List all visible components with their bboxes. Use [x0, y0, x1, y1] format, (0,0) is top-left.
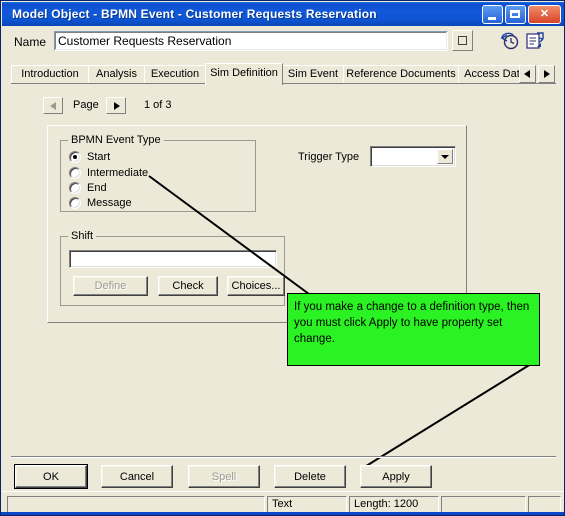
- name-label: Name: [14, 35, 47, 49]
- status-panel-3: [441, 496, 526, 513]
- radio-label: Message: [87, 196, 132, 209]
- tab-label: Reference Documents: [346, 68, 456, 80]
- title-bar: Model Object - BPMN Event - Customer Req…: [2, 2, 564, 26]
- tab-sim-definition[interactable]: Sim Definition: [205, 63, 283, 85]
- check-button[interactable]: Check: [158, 276, 218, 296]
- window-controls: ✕: [482, 5, 561, 24]
- spell-button[interactable]: Spell: [188, 465, 260, 488]
- radio-indicator: [69, 196, 81, 209]
- window-title: Model Object - BPMN Event - Customer Req…: [12, 7, 377, 21]
- radio-end[interactable]: End: [69, 180, 107, 195]
- radio-start[interactable]: Start: [69, 149, 110, 164]
- tab-label: Analysis: [96, 68, 137, 80]
- minimize-button[interactable]: [482, 5, 503, 24]
- tab-reference-documents[interactable]: Reference Documents: [343, 65, 459, 84]
- tab-label: Sim Definition: [210, 67, 278, 79]
- ok-button[interactable]: OK: [14, 464, 88, 489]
- tab-label: Access Data: [464, 68, 526, 80]
- annotation-callout: If you make a change to a definition typ…: [287, 293, 540, 366]
- status-panel-0: [7, 496, 265, 513]
- page-prev-button[interactable]: [43, 97, 63, 114]
- tab-scroll-left-button[interactable]: [519, 65, 536, 83]
- status-panel-text: Text: [267, 496, 347, 513]
- close-button[interactable]: ✕: [528, 5, 561, 24]
- cancel-button[interactable]: Cancel: [101, 465, 173, 488]
- tab-sim-event[interactable]: Sim Event: [282, 65, 344, 84]
- radio-indicator: [69, 181, 81, 194]
- status-panel-length: Length: 1200: [349, 496, 439, 513]
- radio-label: Start: [87, 150, 111, 163]
- name-row: Name Customer Requests Reservation: [2, 26, 564, 60]
- page-next-icon: [114, 102, 120, 110]
- page-prev-icon: [50, 102, 56, 110]
- tab-analysis[interactable]: Analysis: [88, 65, 145, 84]
- radio-indicator: [69, 166, 81, 179]
- tab-strip-divider: [11, 83, 556, 84]
- tab-strip: Introduction Analysis Execution Sim Defi…: [11, 63, 556, 85]
- scroll-left-icon: [524, 70, 530, 78]
- radio-indicator: [69, 150, 81, 163]
- history-clock-icon[interactable]: [499, 30, 521, 52]
- scroll-right-icon: [544, 70, 550, 78]
- tab-label: Execution: [150, 68, 200, 80]
- shift-title: Shift: [68, 230, 97, 242]
- tab-introduction[interactable]: Introduction: [11, 65, 89, 84]
- choices-button[interactable]: Choices...: [227, 276, 285, 296]
- trigger-type-dropdown-button[interactable]: [437, 149, 453, 164]
- maximize-button[interactable]: [505, 5, 526, 24]
- tab-label: Introduction: [21, 68, 79, 80]
- window-bottom-edge: [1, 512, 564, 515]
- shift-group: Shift Define Check Choices...: [60, 230, 285, 306]
- name-input[interactable]: Customer Requests Reservation: [54, 31, 448, 51]
- bpmn-event-type-title: BPMN Event Type: [68, 134, 164, 146]
- shift-input[interactable]: [69, 250, 277, 268]
- status-panel-4: [528, 496, 561, 513]
- document-properties-icon[interactable]: [524, 30, 546, 52]
- annotation-text: If you make a change to a definition typ…: [294, 301, 530, 345]
- trigger-type-combo[interactable]: [370, 146, 456, 167]
- radio-label: End: [87, 181, 107, 194]
- trigger-type-label: Trigger Type: [298, 151, 360, 163]
- bpmn-event-type-group: BPMN Event Type Start Intermediate End M…: [60, 134, 256, 212]
- page-label: Page: [73, 99, 99, 111]
- chevron-down-icon: [441, 155, 449, 159]
- page-next-button[interactable]: [106, 97, 126, 114]
- name-picker-button[interactable]: [452, 30, 473, 51]
- apply-button[interactable]: Apply: [360, 465, 432, 488]
- tab-label: Sim Event: [287, 68, 339, 80]
- page-indicator: 1 of 3: [144, 99, 172, 111]
- define-button[interactable]: Define: [73, 276, 148, 296]
- tab-scroll-right-button[interactable]: [538, 65, 555, 83]
- delete-button[interactable]: Delete: [274, 465, 346, 488]
- footer-divider: [11, 456, 556, 458]
- radio-message[interactable]: Message: [69, 195, 132, 210]
- radio-label: Intermediate: [87, 166, 149, 179]
- tab-execution[interactable]: Execution: [144, 65, 206, 84]
- radio-intermediate[interactable]: Intermediate: [69, 165, 148, 180]
- model-object-dialog: Model Object - BPMN Event - Customer Req…: [0, 0, 565, 516]
